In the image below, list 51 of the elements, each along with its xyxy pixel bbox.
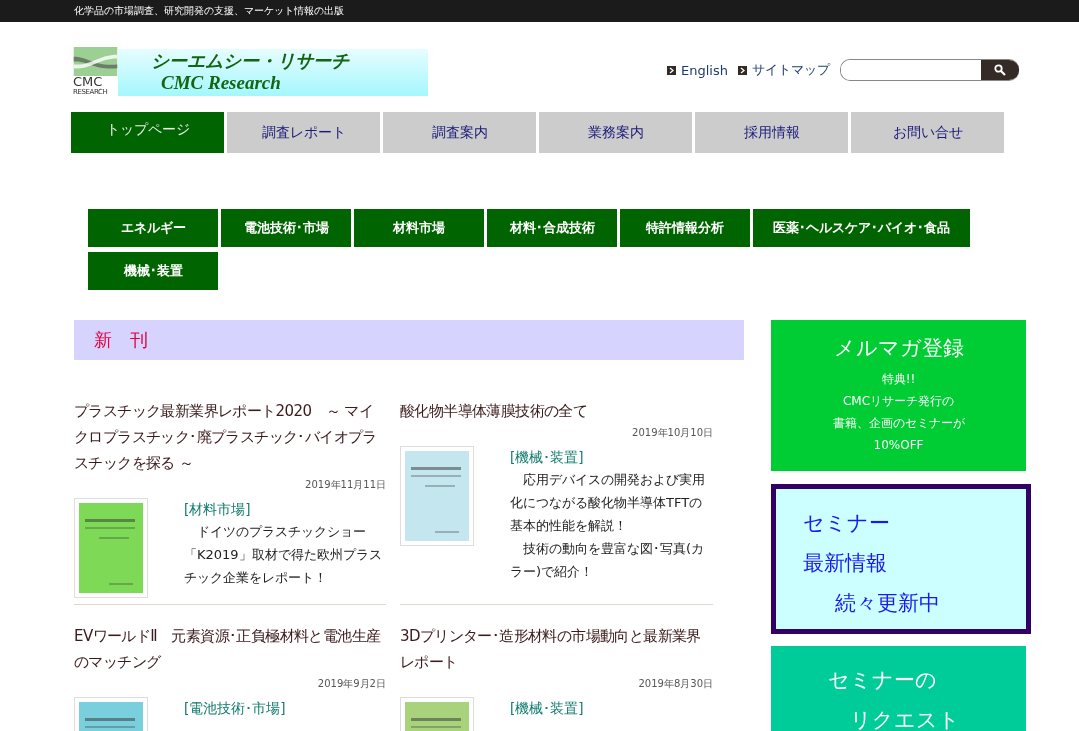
nav-tab[interactable]: お問い合せ: [851, 112, 1004, 153]
article-title[interactable]: EVワールドⅡ 元素資源･正負極材料と電池生産のマッチング: [74, 623, 386, 675]
nav-tab[interactable]: 業務案内: [539, 112, 692, 153]
newsletter-text: 10%OFF: [873, 437, 924, 454]
article-description: 技術の動向を豊富な図･写真(カラー)で紹介！: [510, 540, 706, 581]
article-date: 2019年9月2日: [317, 677, 386, 691]
article-description: 応用デバイスの開発および実用化につながる酸化物半導体TFTの基本的性能を解説！: [510, 471, 706, 535]
nav-tab[interactable]: 採用情報: [695, 112, 848, 153]
seminar-text: 最新情報: [803, 550, 888, 577]
nav-tab[interactable]: トップページ: [71, 112, 224, 153]
search-icon: [994, 64, 1006, 76]
category-button[interactable]: エネルギー: [88, 209, 218, 247]
request-text: リクエスト: [850, 707, 961, 731]
article-date: 2019年10月10日: [632, 426, 713, 440]
category-link[interactable]: [機械･装置]: [510, 697, 584, 719]
logo-text: CMC: [73, 76, 103, 88]
header-link[interactable]: English: [667, 62, 728, 78]
chevron-icon: [738, 65, 747, 75]
seminar-banner[interactable]: セミナー 最新情報 続々更新中: [771, 484, 1031, 634]
newsletter-title: メルマガ登録: [833, 335, 964, 362]
company-name-english: CMC Research: [161, 73, 282, 93]
category-button[interactable]: 機械･装置: [88, 252, 218, 290]
company-name: シーエムシー・リサーチ: [151, 49, 351, 73]
seminar-text: セミナー: [803, 510, 891, 537]
chevron-icon: [667, 65, 677, 75]
article-date: 2019年11月11日: [305, 478, 386, 492]
search-field[interactable]: [840, 59, 1019, 81]
article-description: ドイツのプラスチックショー「K2019」取材で得た欧州プラスチック企業をレポート！: [184, 523, 383, 587]
article-title[interactable]: 酸化物半導体薄膜技術の全て: [400, 398, 713, 424]
header-link[interactable]: サイトマップ: [738, 61, 830, 79]
article-date: 2019年8月30日: [638, 677, 713, 691]
category-button[interactable]: 材料･合成技術: [487, 209, 617, 247]
category-button[interactable]: 電池技術･市場: [221, 209, 351, 247]
newsletter-text: 書籍、企画のセミナーが: [832, 415, 965, 432]
article-title[interactable]: 3Dプリンター･造形材料の市場動向と最新業界レポート: [400, 623, 713, 675]
category-button[interactable]: 医薬･ヘルスケア･バイオ･食品: [753, 209, 970, 247]
article-title[interactable]: プラスチック最新業界レポート2020 ～ マイクロプラスチック･廃プラスチック･バイオプラスチックを探る ～: [74, 398, 386, 476]
nav-tab[interactable]: 調査レポート: [227, 112, 380, 153]
category-button[interactable]: 材料市場: [354, 209, 484, 247]
tagline: 化学品の市場調査、研究開発の支援、マーケット情報の出版: [74, 4, 344, 18]
category-link[interactable]: [材料市場]: [184, 498, 386, 520]
newsletter-text: CMCリサーチ発行の: [842, 393, 955, 410]
category-link[interactable]: [機械･装置]: [510, 446, 713, 468]
category-link[interactable]: [電池技術･市場]: [184, 697, 286, 719]
search-button[interactable]: [981, 60, 1019, 80]
nav-tab[interactable]: 調査案内: [383, 112, 536, 153]
newsletter-text: 特典!!: [881, 371, 916, 388]
section-title: 新 刊: [94, 328, 148, 352]
request-text: セミナーの: [828, 667, 938, 694]
seminar-text: 続々更新中: [835, 590, 941, 617]
category-button[interactable]: 特許情報分析: [620, 209, 750, 247]
